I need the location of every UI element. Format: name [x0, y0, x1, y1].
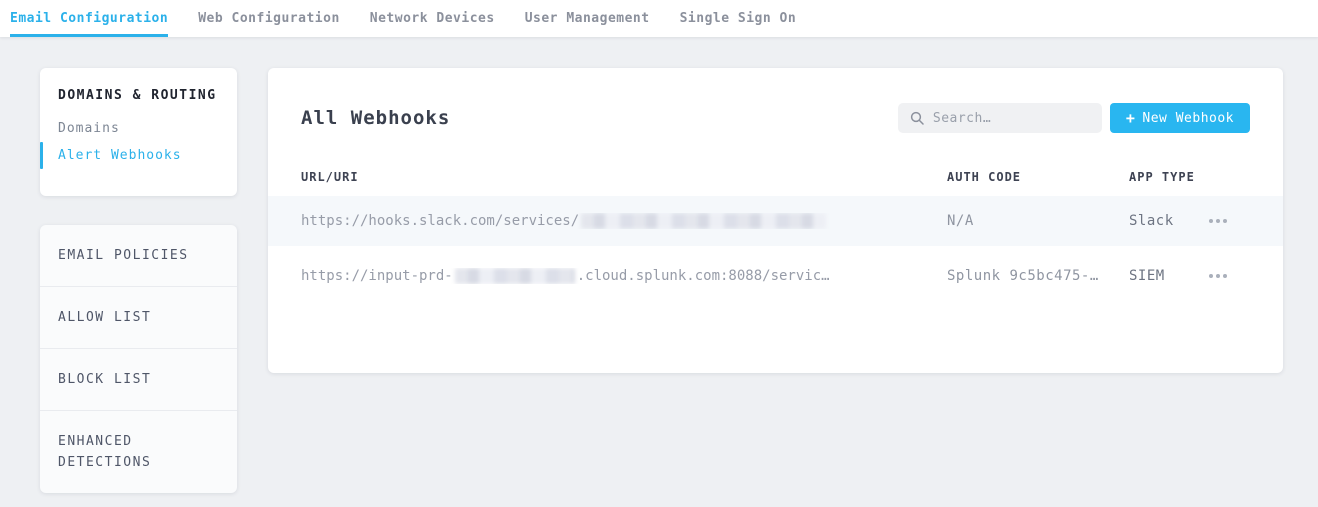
- column-header-auth-code: AUTH CODE: [947, 170, 1129, 184]
- sidebar-item-label: Alert Webhooks: [58, 148, 182, 163]
- tab-web-configuration[interactable]: Web Configuration: [198, 0, 340, 37]
- header-actions: + New Webhook: [898, 103, 1250, 133]
- table-row[interactable]: https://hooks.slack.com/services/ N/A Sl…: [268, 196, 1283, 246]
- redacted-url-segment: [455, 268, 575, 284]
- webhook-url-cell: https://input-prd- .cloud.splunk.com:808…: [301, 268, 947, 284]
- row-actions-menu-icon[interactable]: [1207, 213, 1229, 229]
- sidebar-item-alert-webhooks[interactable]: Alert Webhooks: [58, 148, 219, 163]
- column-header-app-type: APP TYPE: [1129, 170, 1207, 184]
- active-indicator-bar: [40, 142, 43, 169]
- domains-routing-card: DOMAINS & ROUTING Domains Alert Webhooks: [40, 68, 237, 196]
- page-title: All Webhooks: [301, 107, 450, 129]
- new-webhook-button[interactable]: + New Webhook: [1110, 103, 1250, 133]
- webhooks-panel-header: All Webhooks + New Webhook: [268, 103, 1283, 133]
- sidebar-item-block-list[interactable]: BLOCK LIST: [40, 349, 237, 411]
- new-webhook-button-label: New Webhook: [1142, 111, 1234, 126]
- search-box[interactable]: [898, 103, 1102, 133]
- search-icon: [910, 111, 924, 125]
- webhook-url-suffix: .cloud.splunk.com:8088/servic…: [577, 268, 830, 284]
- row-actions-menu-icon[interactable]: [1207, 268, 1229, 284]
- row-actions: [1207, 213, 1250, 229]
- column-header-url: URL/URI: [301, 170, 947, 184]
- webhooks-panel: All Webhooks + New Webhook URL/URI AUTH …: [268, 68, 1283, 373]
- sidebar-item-email-policies[interactable]: EMAIL POLICIES: [40, 225, 237, 287]
- app-type-cell: Slack: [1129, 213, 1207, 229]
- sidebar-item-allow-list[interactable]: ALLOW LIST: [40, 287, 237, 349]
- redacted-url-segment: [581, 213, 826, 229]
- app-type-cell: SIEM: [1129, 268, 1207, 284]
- auth-code-cell: N/A: [947, 213, 1129, 229]
- top-navigation: Email Configuration Web Configuration Ne…: [0, 0, 1318, 37]
- auth-code-cell: Splunk 9c5bc475-…: [947, 268, 1129, 284]
- webhooks-table: URL/URI AUTH CODE APP TYPE https://hooks…: [268, 133, 1283, 306]
- webhook-url-prefix: https://input-prd-: [301, 268, 453, 284]
- tab-user-management[interactable]: User Management: [525, 0, 650, 37]
- search-input[interactable]: [933, 111, 1083, 126]
- table-row[interactable]: https://input-prd- .cloud.splunk.com:808…: [268, 246, 1283, 306]
- table-header-row: URL/URI AUTH CODE APP TYPE: [268, 133, 1283, 196]
- webhook-url-cell: https://hooks.slack.com/services/: [301, 213, 947, 229]
- tab-single-sign-on[interactable]: Single Sign On: [680, 0, 797, 37]
- sidebar-item-domains[interactable]: Domains: [58, 121, 219, 136]
- plus-icon: +: [1126, 111, 1136, 126]
- sidebar-sections-card: EMAIL POLICIES ALLOW LIST BLOCK LIST ENH…: [40, 225, 237, 493]
- row-actions: [1207, 268, 1250, 284]
- domains-routing-heading: DOMAINS & ROUTING: [58, 88, 219, 103]
- tab-email-configuration[interactable]: Email Configuration: [10, 0, 168, 37]
- tab-network-devices[interactable]: Network Devices: [370, 0, 495, 37]
- sidebar: DOMAINS & ROUTING Domains Alert Webhooks…: [40, 68, 237, 493]
- webhook-url-prefix: https://hooks.slack.com/services/: [301, 213, 579, 229]
- sidebar-item-enhanced-detections[interactable]: ENHANCED DETECTIONS: [40, 411, 237, 493]
